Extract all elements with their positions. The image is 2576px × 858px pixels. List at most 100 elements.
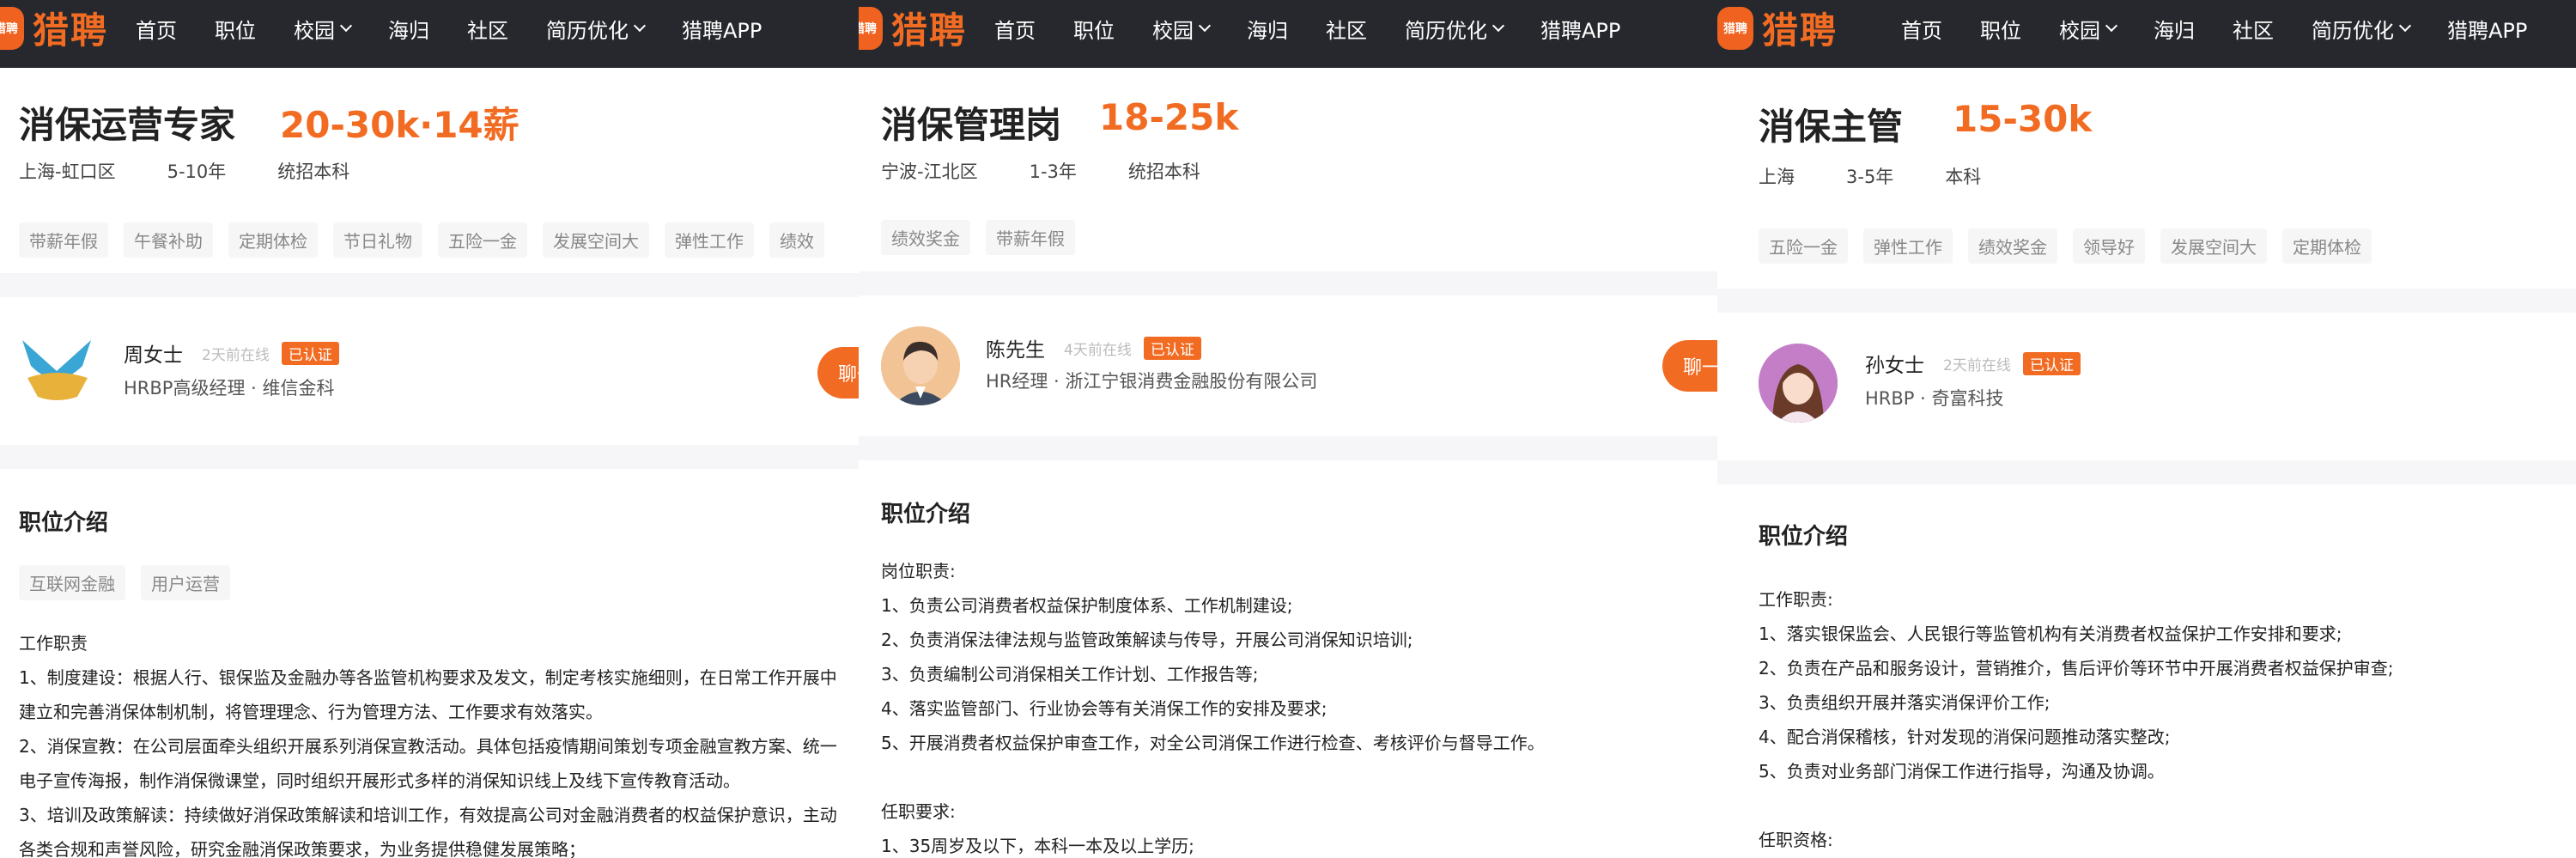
chat-button[interactable]: 聊一 bbox=[817, 347, 859, 399]
desc-line: 4、配合消保稽核，针对发现的消保问题推动落实整改; bbox=[1759, 727, 2171, 747]
nav-jobs[interactable]: 职位 bbox=[1980, 14, 2021, 44]
liepin-logo-icon: 猎聘 bbox=[0, 6, 24, 50]
nav-label: 首页 bbox=[994, 18, 1036, 43]
job-title: 消保运营专家 bbox=[19, 104, 236, 146]
nav-community[interactable]: 社区 bbox=[467, 14, 508, 44]
benefit-tag: 定期体检 bbox=[2282, 228, 2372, 264]
nav-home[interactable]: 首页 bbox=[136, 14, 177, 44]
nav-home[interactable]: 首页 bbox=[994, 14, 1036, 44]
benefit-tag: 绩效 bbox=[769, 222, 824, 258]
nav-jobs[interactable]: 职位 bbox=[215, 14, 256, 44]
desc-line bbox=[1759, 788, 2393, 823]
benefit-tag: 弹性工作 bbox=[1863, 228, 1953, 264]
benefit-tag: 弹性工作 bbox=[665, 222, 754, 258]
job-salary: 15-30k bbox=[1953, 98, 2093, 140]
top-navbar: 猎聘 猎聘 首页 职位 校园 海归 社区 简历优化 猎聘APP bbox=[0, 0, 859, 68]
job-meta: 宁波-江北区 1-3年 统招本科 bbox=[881, 158, 1252, 184]
benefit-tag: 领导好 bbox=[2073, 228, 2145, 264]
nav-overseas[interactable]: 海归 bbox=[388, 14, 429, 44]
main-nav: 首页 职位 校园 海归 社区 简历优化 猎聘APP bbox=[1901, 0, 2565, 57]
site-logo[interactable]: 猎聘 猎聘 bbox=[859, 2, 967, 54]
benefit-tag: 定期体检 bbox=[228, 222, 318, 258]
benefit-tag: 绩效奖金 bbox=[1968, 228, 2057, 264]
recruiter-name-row: 陈先生 4天前在线 已认证 bbox=[986, 333, 1201, 362]
recruiter-role: HRBP高级经理 · 维信金科 bbox=[124, 378, 335, 399]
benefit-tags: 五险一金 弹性工作 绩效奖金 领导好 发展空间大 定期体检 bbox=[1759, 228, 2387, 264]
nav-campus[interactable]: 校园 bbox=[1152, 14, 1212, 44]
nav-label: 猎聘APP bbox=[1540, 18, 1621, 43]
top-navbar: 猎聘 猎聘 首页 职位 校园 海归 社区 简历优化 猎聘APP bbox=[1717, 0, 2576, 68]
desc-line: 3、培训及政策解读：持续做好消保政策解读和培训工作，有效提高公司对金融消费者的权… bbox=[19, 805, 837, 825]
nav-home[interactable]: 首页 bbox=[1901, 14, 1942, 44]
benefit-tag: 午餐补助 bbox=[124, 222, 213, 258]
nav-label: 海归 bbox=[2154, 18, 2195, 43]
nav-resume[interactable]: 简历优化 bbox=[1405, 14, 1505, 44]
section-divider bbox=[0, 273, 859, 297]
chevron-down-icon bbox=[2398, 19, 2412, 33]
job-education: 本科 bbox=[1945, 167, 1982, 187]
job-location: 宁波-江北区 bbox=[881, 161, 978, 182]
site-logo[interactable]: 猎聘 猎聘 bbox=[0, 2, 108, 54]
nav-campus[interactable]: 校园 bbox=[294, 14, 353, 44]
job-experience: 1-3年 bbox=[1029, 161, 1077, 182]
logo-text: 猎聘 bbox=[1762, 9, 1838, 52]
benefit-tag: 节日礼物 bbox=[333, 222, 422, 258]
job-education: 统招本科 bbox=[1127, 161, 1200, 182]
chat-button[interactable]: 聊一 bbox=[1662, 340, 1717, 392]
nav-community[interactable]: 社区 bbox=[1326, 14, 1367, 44]
chat-button-label: 聊一 bbox=[1683, 357, 1717, 379]
nav-app[interactable]: 猎聘APP bbox=[682, 14, 762, 44]
desc-line: 2、负责在产品和服务设计，营销推介，售后评价等环节中开展消费者权益保护审查; bbox=[1759, 658, 2394, 678]
nav-label: 首页 bbox=[1901, 18, 1942, 43]
main-nav: 首页 职位 校园 海归 社区 简历优化 猎聘APP bbox=[994, 0, 1658, 57]
nav-label: 社区 bbox=[467, 18, 508, 43]
desc-line bbox=[881, 760, 1545, 794]
benefit-tag: 带薪年假 bbox=[986, 220, 1075, 255]
desc-line: 电子宣传海报，制作消保微课堂，同时组织开展形式多样的消保知识线上及线下宣传教育活… bbox=[19, 770, 740, 791]
desc-line: 建立和完善消保体制机制，将管理理念、行为管理方法、工作要求有效落实。 bbox=[19, 702, 603, 722]
section-title-job-intro: 职位介绍 bbox=[19, 510, 109, 536]
nav-jobs[interactable]: 职位 bbox=[1073, 14, 1115, 44]
nav-overseas[interactable]: 海归 bbox=[2154, 14, 2195, 44]
nav-label: 猎聘APP bbox=[2447, 18, 2528, 43]
section-title-job-intro: 职位介绍 bbox=[1759, 524, 1849, 550]
chat-button-label: 聊一 bbox=[838, 364, 859, 386]
recruiter-name: 陈先生 bbox=[986, 339, 1045, 362]
job-experience: 5-10年 bbox=[167, 161, 227, 182]
desc-line: 岗位职责: bbox=[881, 561, 956, 581]
nav-label: 校园 bbox=[2059, 18, 2100, 43]
job-description: 工作职责: 1、落实银保监会、人民银行等监管机构有关消费者权益保护工作安排和要求… bbox=[1759, 582, 2393, 857]
desc-line: 各类合规和声誉风险，研究金融消保政策要求，为业务提供稳健发展策略； bbox=[19, 839, 586, 858]
desc-line: 4、落实监管部门、行业协会等有关消保工作的安排及要求; bbox=[881, 698, 1327, 719]
job-meta: 上海 3-5年 本科 bbox=[1759, 163, 2032, 189]
section-divider bbox=[859, 271, 1717, 295]
nav-resume[interactable]: 简历优化 bbox=[546, 14, 647, 44]
site-logo[interactable]: 猎聘 猎聘 bbox=[1717, 2, 1838, 54]
nav-app[interactable]: 猎聘APP bbox=[1540, 14, 1620, 44]
nav-app[interactable]: 猎聘APP bbox=[2447, 14, 2527, 44]
desc-line: 任职要求: bbox=[881, 801, 956, 822]
nav-resume[interactable]: 简历优化 bbox=[2312, 14, 2412, 44]
recruiter-name: 孙女士 bbox=[1865, 355, 1924, 377]
online-status: 2天前在线 bbox=[1943, 356, 2011, 374]
nav-label: 校园 bbox=[1152, 18, 1194, 43]
nav-overseas[interactable]: 海归 bbox=[1247, 14, 1288, 44]
job-panel-1: 猎聘 猎聘 首页 职位 校园 海归 社区 简历优化 猎聘APP 消保运营专家 2… bbox=[0, 0, 859, 858]
benefit-tag: 发展空间大 bbox=[2160, 228, 2267, 264]
desc-line: 1、制度建设：根据人行、银保监及金融办等各监管机构要求及发文，制定考核实施细则，… bbox=[19, 667, 837, 688]
verified-badge: 已认证 bbox=[1143, 336, 1201, 360]
benefit-tag: 绩效奖金 bbox=[881, 220, 970, 255]
nav-community[interactable]: 社区 bbox=[2233, 14, 2274, 44]
logo-text: 猎聘 bbox=[33, 9, 109, 52]
nav-campus[interactable]: 校园 bbox=[2059, 14, 2118, 44]
desc-line: 任职资格: bbox=[1759, 830, 1833, 850]
nav-label: 简历优化 bbox=[2312, 18, 2394, 43]
benefit-tag: 五险一金 bbox=[438, 222, 527, 258]
benefit-tags: 带薪年假 午餐补助 定期体检 节日礼物 五险一金 发展空间大 弹性工作 绩效 bbox=[19, 222, 840, 258]
desc-line: 5、负责对业务部门消保工作进行指导，沟通及协调。 bbox=[1759, 761, 2165, 782]
desc-line: 工作职责: bbox=[1759, 589, 1833, 610]
desc-line: 1、负责公司消费者权益保护制度体系、工作机制建设; bbox=[881, 595, 1293, 616]
benefit-tag: 五险一金 bbox=[1759, 228, 1848, 264]
recruiter-name-row: 周女士 2天前在线 已认证 bbox=[124, 338, 339, 368]
nav-label: 简历优化 bbox=[546, 18, 629, 43]
